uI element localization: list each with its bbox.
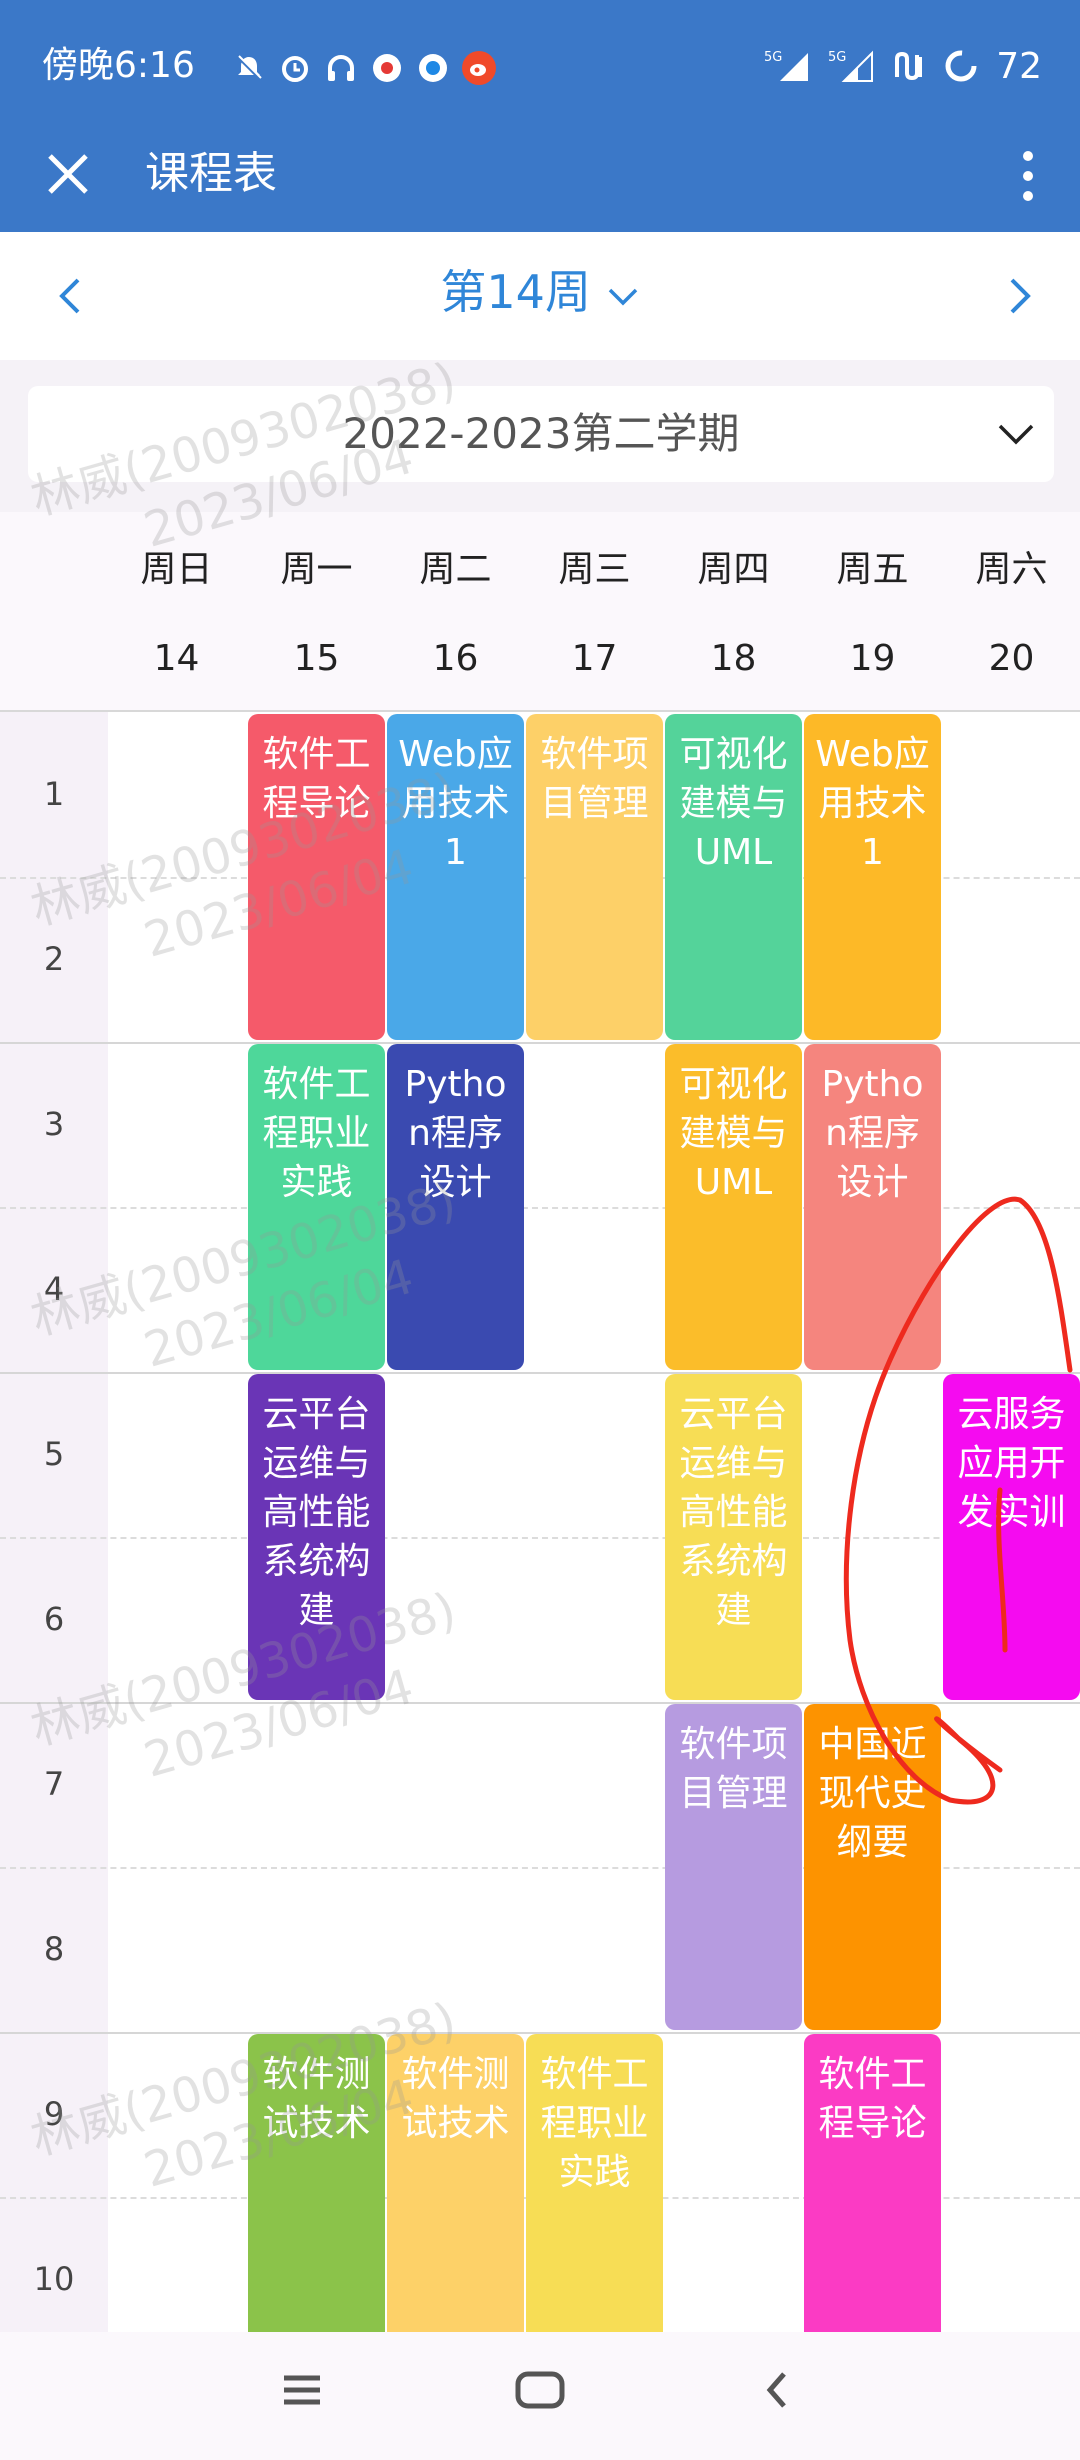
- grid-line: [0, 1537, 1080, 1539]
- day-name: 周三: [558, 549, 631, 590]
- course-name: 云平台运维与高性能系统构建: [679, 1394, 788, 1631]
- recent-apps-button[interactable]: [262, 2360, 342, 2420]
- chevron-down-icon: [998, 424, 1034, 445]
- close-icon: [48, 154, 88, 194]
- course-block[interactable]: 软件项目管理: [665, 1704, 802, 2030]
- period-number: 10: [33, 2259, 75, 2298]
- period-number: 8: [43, 1929, 65, 1968]
- week-label: 第14周: [440, 265, 591, 319]
- period-number: 6: [43, 1599, 65, 1638]
- more-options-button[interactable]: [998, 142, 1058, 210]
- course-block[interactable]: 云服务应用开发实训: [943, 1374, 1080, 1700]
- nfc-icon: [892, 49, 926, 83]
- mute-bell-icon: [232, 51, 266, 85]
- home-icon: [515, 2371, 565, 2409]
- svg-text:5G: 5G: [764, 50, 782, 65]
- next-week-button[interactable]: [988, 266, 1048, 326]
- week-navigation: 第14周: [0, 232, 1080, 360]
- course-block[interactable]: Python程序设计: [804, 1044, 941, 1370]
- course-block[interactable]: Web应用技术1: [804, 714, 941, 1040]
- course-block[interactable]: 软件项目管理: [526, 714, 663, 1040]
- course-name: Python程序设计: [821, 1064, 924, 1203]
- day-name: 周二: [419, 549, 492, 590]
- more-dot-icon: [1023, 151, 1033, 161]
- home-button[interactable]: [500, 2360, 580, 2420]
- course-name: 软件工程导论: [818, 2054, 927, 2144]
- day-name: 周六: [975, 549, 1048, 590]
- day-name: 周四: [697, 549, 770, 590]
- period-number: 1: [43, 774, 65, 813]
- day-date: 20: [988, 638, 1035, 679]
- headphones-icon: [324, 51, 358, 85]
- music-app-icon: [370, 51, 404, 85]
- chevron-right-icon: [1010, 278, 1031, 314]
- course-name: 云平台运维与高性能系统构建: [262, 1394, 371, 1631]
- back-chevron-icon: [766, 2372, 786, 2408]
- signal-5g-2-icon: 5G: [828, 49, 874, 83]
- course-name: 中国近现代史纲要: [818, 1724, 927, 1863]
- status-right: 5G 5G 72: [764, 44, 1042, 88]
- more-dot-icon: [1023, 191, 1033, 201]
- course-block[interactable]: 中国近现代史纲要: [804, 1704, 941, 2030]
- course-name: 软件工程职业实践: [540, 2054, 649, 2193]
- weibo-app-icon: [462, 51, 496, 85]
- battery-icon: [944, 49, 978, 83]
- day-name: 周五: [836, 549, 909, 590]
- notification-icons: [232, 48, 496, 88]
- status-time: 傍晚6:16: [42, 45, 195, 86]
- course-block[interactable]: 软件工程导论: [804, 2034, 941, 2332]
- course-block[interactable]: 软件工程职业实践: [526, 2034, 663, 2332]
- day-name: 周一: [280, 549, 353, 590]
- app-bar: 课程表: [0, 134, 1080, 232]
- course-name: 云服务应用开发实训: [957, 1394, 1066, 1533]
- course-block[interactable]: 云平台运维与高性能系统构建: [665, 1374, 802, 1700]
- course-block[interactable]: 可视化建模与UML: [665, 1044, 802, 1370]
- system-nav-bar: [0, 2332, 1080, 2460]
- course-name: 可视化建模与UML: [679, 734, 788, 873]
- period-number: 3: [43, 1104, 65, 1143]
- battery-level: 72: [996, 45, 1042, 87]
- menu-icon: [284, 2375, 320, 2405]
- close-button[interactable]: [40, 144, 104, 208]
- more-dot-icon: [1023, 171, 1033, 181]
- day-date: 15: [293, 638, 340, 679]
- status-bar: 傍晚6:16 5G 5G 72: [0, 0, 1080, 134]
- course-name: 软件工程职业实践: [262, 1064, 371, 1203]
- course-name: 软件项目管理: [679, 1724, 788, 1814]
- course-name: 软件项目管理: [540, 734, 649, 824]
- alarm-icon: [278, 51, 312, 85]
- day-date: 17: [571, 638, 618, 679]
- day-date: 18: [710, 638, 757, 679]
- course-name: 可视化建模与UML: [679, 1064, 788, 1203]
- app-header: 傍晚6:16 5G 5G 72 课程表: [0, 0, 1080, 232]
- back-button[interactable]: [738, 2360, 818, 2420]
- signal-5g-icon: 5G: [764, 49, 810, 83]
- course-name: Web应用技术1: [815, 734, 930, 873]
- day-date: 14: [153, 638, 200, 679]
- day-date: 19: [849, 638, 896, 679]
- chevron-down-icon: [608, 288, 637, 305]
- page-title: 课程表: [145, 148, 277, 199]
- day-date: 16: [432, 638, 479, 679]
- course-block[interactable]: 可视化建模与UML: [665, 714, 802, 1040]
- browser-app-icon: [416, 51, 450, 85]
- period-number: 5: [43, 1434, 65, 1473]
- svg-text:5G: 5G: [828, 50, 846, 65]
- week-selector[interactable]: 第14周: [0, 262, 1080, 322]
